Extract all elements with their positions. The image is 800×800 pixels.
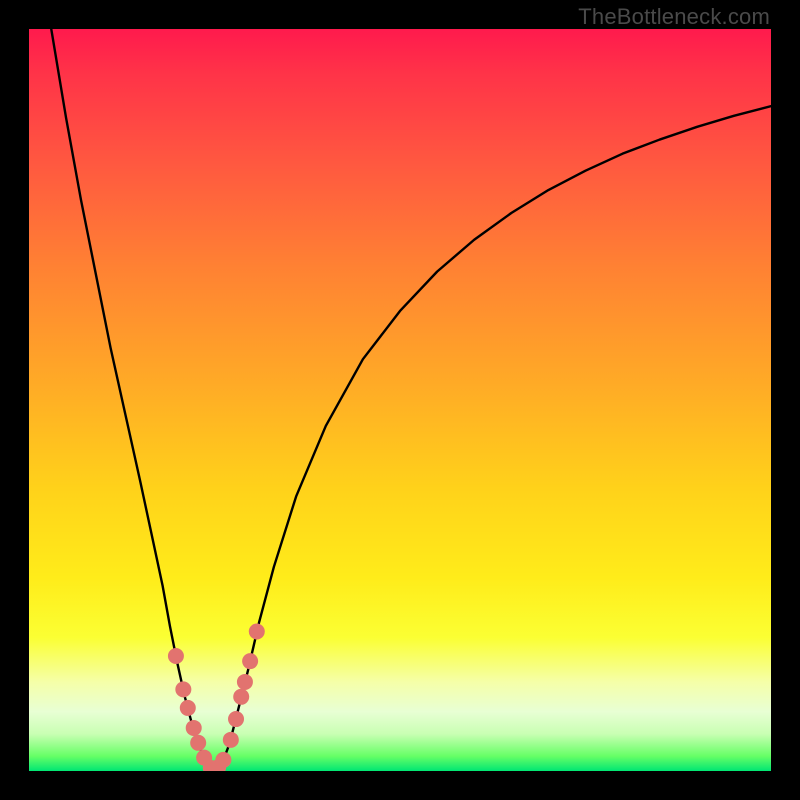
highlight-point (186, 720, 202, 736)
bottleneck-curve (51, 29, 771, 771)
highlight-point (233, 689, 249, 705)
highlight-point (215, 752, 231, 768)
highlight-point (223, 732, 239, 748)
highlight-point (180, 700, 196, 716)
highlight-point (249, 624, 265, 640)
chart-frame: TheBottleneck.com (0, 0, 800, 800)
highlight-point (190, 735, 206, 751)
plot-svg (29, 29, 771, 771)
highlight-point (228, 711, 244, 727)
highlight-point (237, 674, 253, 690)
highlight-point (175, 681, 191, 697)
highlight-points (168, 624, 265, 772)
bottleneck-curve-path (51, 29, 771, 771)
attribution-text: TheBottleneck.com (578, 4, 770, 30)
highlight-point (242, 653, 258, 669)
highlight-point (168, 648, 184, 664)
plot-area (29, 29, 771, 771)
